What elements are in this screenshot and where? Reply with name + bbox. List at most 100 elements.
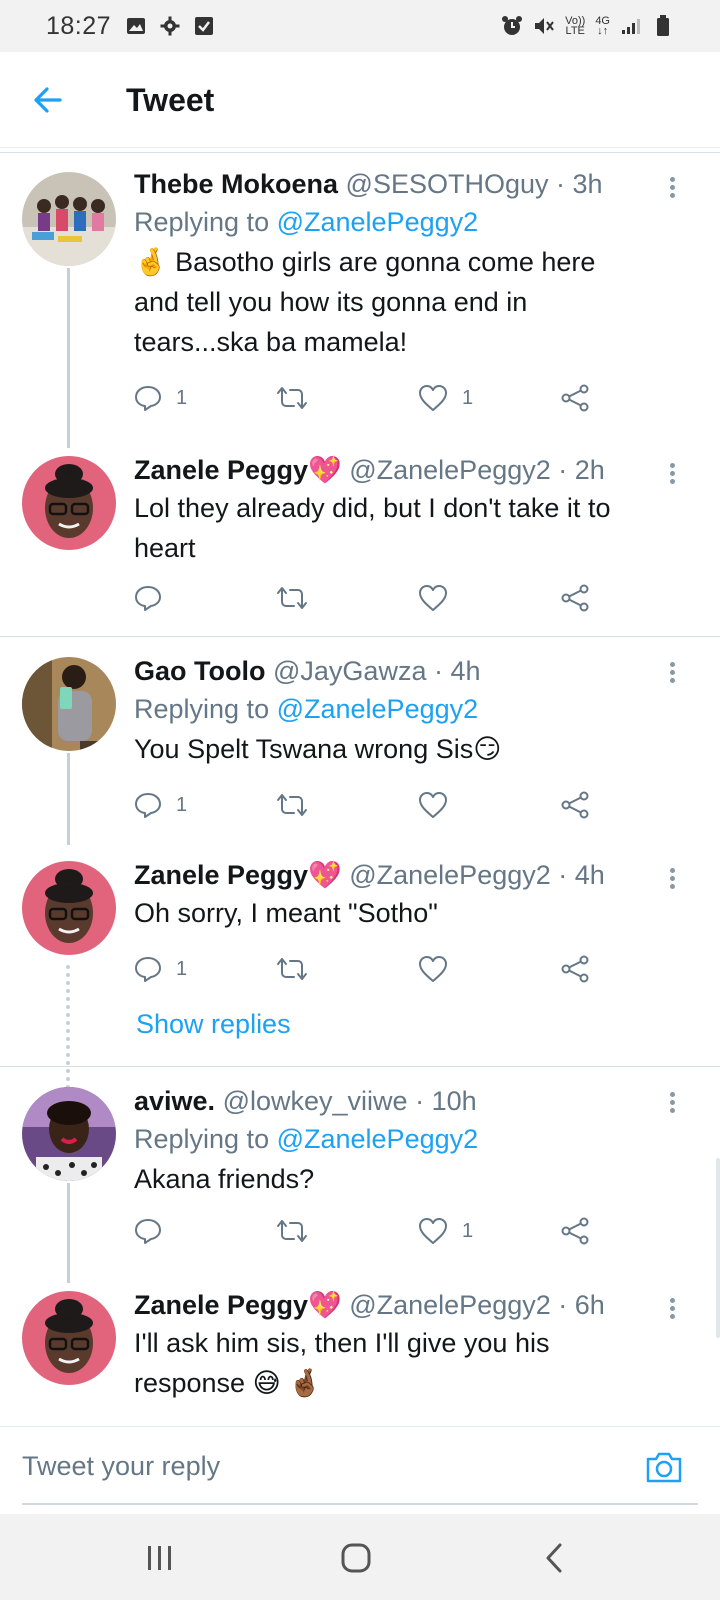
retweet-button[interactable] bbox=[276, 955, 308, 983]
author-name[interactable]: aviwe. bbox=[134, 1086, 215, 1116]
avatar[interactable] bbox=[22, 1087, 116, 1181]
signal-icon bbox=[620, 15, 642, 37]
retweet-button[interactable] bbox=[276, 584, 308, 612]
system-nav-bar bbox=[0, 1514, 720, 1600]
more-options-icon[interactable] bbox=[668, 174, 676, 201]
more-options-icon[interactable] bbox=[668, 659, 676, 686]
camera-icon[interactable] bbox=[644, 1447, 684, 1487]
reply-button[interactable]: 1 bbox=[134, 955, 187, 983]
author-name[interactable]: Zanele Peggy bbox=[134, 860, 308, 890]
author-name[interactable]: Zanele Peggy bbox=[134, 455, 308, 485]
reply-icon bbox=[135, 957, 161, 982]
more-options-icon[interactable] bbox=[668, 1089, 676, 1116]
tweet-text: Oh sorry, I meant "Sotho" bbox=[134, 898, 438, 928]
replying-to-link[interactable]: @ZanelePeggy2 bbox=[277, 694, 479, 724]
author-name[interactable]: Gao Toolo bbox=[134, 656, 265, 686]
share-icon bbox=[561, 955, 589, 983]
author-handle[interactable]: @ZanelePeggy2 bbox=[349, 860, 551, 890]
share-icon bbox=[561, 384, 589, 412]
heart-emoji: 💖 bbox=[308, 455, 342, 485]
tweet-item[interactable]: Zanele Peggy💖 @ZanelePeggy2 · 2h Lol the… bbox=[0, 448, 720, 636]
reply-count: 1 bbox=[176, 957, 188, 980]
like-button[interactable] bbox=[418, 791, 462, 819]
tweet-item[interactable]: Zanele Peggy💖 @ZanelePeggy2 · 6h I'll as… bbox=[0, 1283, 720, 1426]
home-icon[interactable] bbox=[336, 1540, 376, 1576]
more-options-icon[interactable] bbox=[668, 865, 676, 892]
author-handle[interactable]: @lowkey_viiwe bbox=[223, 1086, 408, 1116]
heart-emoji: 💖 bbox=[308, 860, 342, 890]
tweet-text: I'll ask him sis, then I'll give you his… bbox=[134, 1328, 550, 1398]
thread-connector bbox=[67, 268, 70, 448]
share-button[interactable] bbox=[560, 1217, 590, 1245]
tweet-text: You Spelt Tswana wrong Sis😏 bbox=[134, 734, 502, 764]
scrollbar[interactable] bbox=[716, 1158, 720, 1338]
avatar[interactable] bbox=[22, 172, 116, 266]
tweet-item[interactable]: Thebe Mokoena @SESOTHOguy · 3h Replying … bbox=[0, 148, 720, 448]
tweet-header: Zanele Peggy💖 @ZanelePeggy2 · 2h bbox=[134, 455, 605, 485]
share-icon bbox=[561, 791, 589, 819]
author-handle[interactable]: @JayGawza bbox=[273, 656, 426, 686]
tweet-time: 4h bbox=[574, 860, 605, 890]
status-bar: 18:27 Vo)) LTE 4G ↓↑ bbox=[0, 0, 720, 52]
like-count: 1 bbox=[462, 1219, 474, 1242]
heart-icon bbox=[419, 1218, 447, 1244]
reply-button[interactable]: 1 bbox=[134, 791, 187, 819]
retweet-button[interactable] bbox=[276, 384, 308, 412]
share-icon bbox=[561, 584, 589, 612]
author-handle[interactable]: @ZanelePeggy2 bbox=[349, 1290, 551, 1320]
avatar[interactable] bbox=[22, 456, 116, 550]
recent-apps-icon[interactable] bbox=[140, 1540, 180, 1576]
tweet-item[interactable]: Gao Toolo @JayGawza · 4h Replying to @Za… bbox=[0, 637, 720, 845]
avatar[interactable] bbox=[22, 861, 116, 955]
retweet-icon bbox=[277, 587, 307, 609]
reply-icon bbox=[135, 386, 161, 411]
tweet-item[interactable]: Zanele Peggy💖 @ZanelePeggy2 · 4h Oh sorr… bbox=[0, 845, 720, 1113]
more-options-icon[interactable] bbox=[668, 460, 676, 487]
thread-connector bbox=[67, 753, 70, 845]
tweet-time: 3h bbox=[572, 169, 603, 199]
share-button[interactable] bbox=[560, 384, 590, 412]
author-name[interactable]: Zanele Peggy bbox=[134, 1290, 308, 1320]
reply-button[interactable] bbox=[134, 584, 176, 612]
retweet-button[interactable] bbox=[276, 791, 308, 819]
share-button[interactable] bbox=[560, 791, 590, 819]
share-icon bbox=[561, 1217, 589, 1245]
reply-thread[interactable]: Thebe Mokoena @SESOTHOguy · 3h Replying … bbox=[0, 148, 720, 1426]
tweet-header: Zanele Peggy💖 @ZanelePeggy2 · 4h bbox=[134, 860, 605, 890]
arrow-left-icon[interactable] bbox=[30, 82, 66, 118]
reply-button[interactable] bbox=[134, 1217, 176, 1245]
author-handle[interactable]: @ZanelePeggy2 bbox=[349, 455, 551, 485]
like-button[interactable] bbox=[418, 955, 462, 983]
heart-icon bbox=[419, 385, 447, 411]
back-icon[interactable] bbox=[536, 1540, 576, 1576]
avatar[interactable] bbox=[22, 657, 116, 751]
input-underline bbox=[22, 1503, 698, 1505]
tweet-time: 6h bbox=[574, 1290, 605, 1320]
tweet-item[interactable]: aviwe. @lowkey_viiwe · 10h Replying to @… bbox=[0, 1067, 720, 1283]
tweet-text: 🤞 Basotho girls are gonna come here and … bbox=[134, 247, 596, 357]
author-handle[interactable]: @SESOTHOguy bbox=[346, 169, 549, 199]
like-button[interactable]: 1 bbox=[418, 384, 473, 412]
share-button[interactable] bbox=[560, 584, 590, 612]
replying-to-link[interactable]: @ZanelePeggy2 bbox=[277, 207, 479, 237]
replying-to-link[interactable]: @ZanelePeggy2 bbox=[277, 1124, 479, 1154]
more-options-icon[interactable] bbox=[668, 1295, 676, 1322]
tweet-text: Lol they already did, but I don't take i… bbox=[134, 493, 611, 563]
author-name[interactable]: Thebe Mokoena bbox=[134, 169, 338, 199]
reply-button[interactable]: 1 bbox=[134, 384, 187, 412]
show-replies-link[interactable]: Show replies bbox=[136, 1009, 291, 1040]
tweet-header: aviwe. @lowkey_viiwe · 10h bbox=[134, 1086, 477, 1116]
like-button[interactable] bbox=[418, 584, 462, 612]
tweet-actions: 1 1 bbox=[134, 384, 604, 418]
reply-icon bbox=[135, 586, 161, 611]
retweet-button[interactable] bbox=[276, 1217, 308, 1245]
tweet-header: Gao Toolo @JayGawza · 4h bbox=[134, 656, 481, 686]
avatar[interactable] bbox=[22, 1291, 116, 1385]
like-button[interactable]: 1 bbox=[418, 1217, 473, 1245]
image-icon bbox=[125, 15, 147, 37]
share-button[interactable] bbox=[560, 955, 590, 983]
reply-input[interactable]: Tweet your reply bbox=[22, 1451, 220, 1482]
heart-icon bbox=[419, 585, 447, 611]
status-time: 18:27 bbox=[46, 11, 112, 40]
replying-to: Replying to @ZanelePeggy2 bbox=[134, 694, 479, 724]
